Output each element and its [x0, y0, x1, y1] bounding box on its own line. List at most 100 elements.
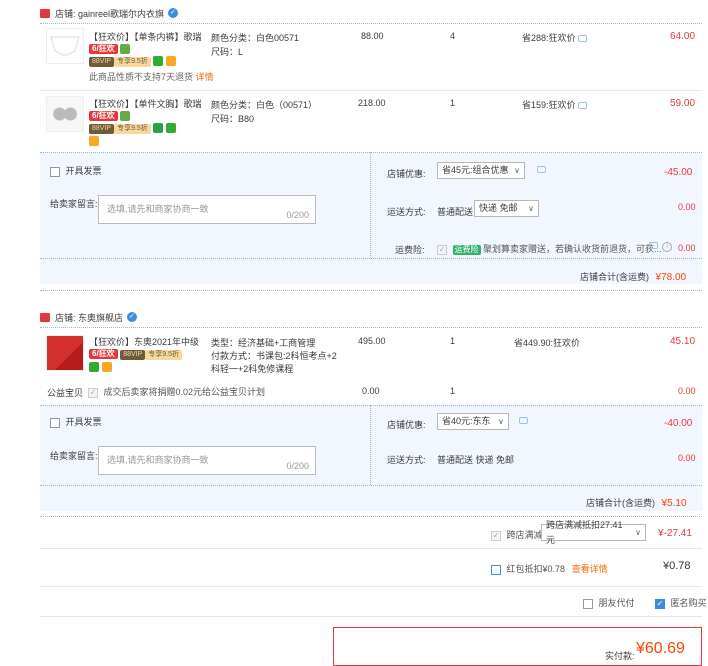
- cross-store-option: ✓ 跨店满减: [491, 530, 543, 541]
- store-total-value: ¥78.00: [655, 272, 687, 283]
- vip-row: 88VIP 专享9.5折: [89, 55, 176, 67]
- chat-icon[interactable]: [537, 166, 546, 173]
- store-discount-amount: -40.00: [664, 418, 693, 429]
- sale-tag: 6/狂欢: [89, 349, 118, 359]
- card-row: [89, 135, 99, 146]
- divider-vertical: [370, 152, 371, 258]
- chevron-down-icon: ∨: [635, 528, 641, 537]
- charity-row: ✓ 成交后卖家将捐赠0.02元给公益宝贝计划: [88, 387, 266, 398]
- insurance-text: 聚划算卖家赠送，若确认收货前退货，可获...: [483, 244, 662, 254]
- charity-label: 公益宝贝: [47, 388, 84, 398]
- shipping-text: 普通配送 快递 免邮: [437, 455, 515, 465]
- divider-vertical: [370, 405, 371, 485]
- redpacket-details-link[interactable]: 查看详情: [572, 564, 608, 574]
- divider: [40, 327, 702, 328]
- chat-icon[interactable]: [578, 35, 588, 43]
- charity-amount: 0.00: [678, 386, 696, 396]
- charity-checkbox: ✓: [88, 387, 98, 398]
- store-name[interactable]: 店铺: gainreel歌瑞尔内衣旗: [55, 7, 164, 20]
- chat-icon[interactable]: [649, 242, 658, 249]
- item-subtotal: 64.00: [670, 31, 696, 42]
- store-name[interactable]: 店铺: 东奥旗舰店: [55, 311, 123, 324]
- green-badge-icon: [89, 361, 99, 372]
- vip-tag: 88VIP: [89, 57, 115, 67]
- chat-icon[interactable]: [578, 102, 588, 110]
- verified-icon: ✓: [168, 8, 179, 18]
- invoice-checkbox[interactable]: [50, 166, 60, 177]
- sku-size: 尺码：B80: [211, 114, 255, 124]
- message-textarea[interactable]: 选填,请先和商家协商一致 0/200: [98, 195, 316, 224]
- divider: [40, 548, 702, 549]
- card-icon: [165, 55, 176, 66]
- redpacket-checkbox[interactable]: [491, 564, 501, 575]
- vip-tag: 88VIP: [120, 350, 146, 360]
- item-subtotal: 59.00: [670, 98, 696, 109]
- vip-discount-tag: 专享9.5折: [114, 124, 151, 134]
- info-icon[interactable]: i: [662, 242, 672, 252]
- shipping-label: 运送方式:: [387, 207, 426, 217]
- store-total: 店铺合计(含运费) ¥78.00: [580, 270, 686, 283]
- shipping-amount: 0.00: [678, 453, 696, 463]
- chat-icon[interactable]: [519, 417, 528, 424]
- chevron-down-icon: ∨: [498, 417, 504, 426]
- store-discount-label: 店铺优惠:: [387, 169, 426, 179]
- divider: [40, 90, 702, 91]
- store-total: 店铺合计(含运费) ¥5.10: [586, 496, 687, 509]
- shipping-type: 普通配送: [437, 207, 474, 217]
- insurance-label: 运费险:: [395, 245, 425, 255]
- item-discount: 省288:狂欢价: [522, 31, 588, 44]
- store-total-value: ¥5.10: [661, 498, 687, 509]
- cross-store-amount: ¥-27.41: [658, 528, 692, 539]
- invoice-option[interactable]: 开具发票: [50, 415, 102, 428]
- product-image[interactable]: [46, 335, 84, 371]
- divider: [40, 258, 702, 259]
- item-subtotal: 45.10: [670, 336, 696, 347]
- friend-pay-option[interactable]: 朋友代付: [583, 596, 635, 609]
- badge-icon: [120, 43, 131, 54]
- message-count: 0/200: [286, 461, 309, 471]
- store-discount-select[interactable]: 省45元:组合优惠 ∨: [437, 162, 525, 179]
- product-image[interactable]: [46, 96, 84, 132]
- friend-pay-checkbox[interactable]: [583, 598, 593, 609]
- vip-discount-tag: 专享9.5折: [145, 350, 182, 360]
- divider: [40, 152, 702, 153]
- invoice-checkbox[interactable]: [50, 417, 60, 428]
- card-icon: [101, 361, 112, 372]
- chevron-down-icon: ∨: [528, 204, 534, 213]
- message-textarea[interactable]: 选填,请先和商家协商一致 0/200: [98, 446, 316, 475]
- anonymous-option[interactable]: ✓ 匿名购买: [655, 596, 707, 609]
- store-total-label: 店铺合计(含运费): [580, 272, 649, 282]
- anonymous-checkbox[interactable]: ✓: [655, 598, 665, 609]
- sale-tag: 6/狂欢: [89, 44, 118, 54]
- charity-price: 0.00: [362, 386, 380, 396]
- vip-row: 88VIP 专享9.5折: [89, 122, 176, 134]
- sale-tag: 6/狂欢: [89, 111, 118, 121]
- item-discount: 省159:狂欢价: [522, 98, 588, 111]
- vip-discount-tag: 专享9.5折: [114, 57, 151, 67]
- details-link[interactable]: 详情: [196, 72, 214, 82]
- badge-icon: [120, 110, 131, 121]
- message-placeholder: 选填,请先和商家协商一致: [107, 455, 209, 465]
- pay-amount: ¥60.69: [636, 640, 685, 657]
- card-icon: [89, 135, 99, 146]
- store-discount-select[interactable]: 省40元:东东 ∨: [437, 413, 509, 430]
- store-total-label: 店铺合计(含运费): [586, 498, 655, 508]
- quantity: 4: [450, 31, 456, 41]
- divider: [40, 485, 702, 486]
- green-badge-icon: [153, 55, 164, 66]
- sku-size: 尺码：L: [211, 47, 244, 57]
- shipping-label: 运送方式:: [387, 455, 426, 465]
- product-image[interactable]: [46, 28, 84, 64]
- badge-row: [89, 361, 112, 372]
- redpacket-option[interactable]: 红包抵扣¥0.78 查看详情: [491, 562, 608, 575]
- insurance-badge: 运费险: [452, 245, 481, 255]
- divider: [40, 586, 702, 587]
- message-placeholder: 选填,请先和商家协商一致: [107, 204, 209, 214]
- green-badge-icon: [165, 122, 176, 133]
- store-discount-amount: -45.00: [664, 167, 693, 178]
- shipping-select[interactable]: 快递 免邮 ∨: [474, 200, 539, 217]
- invoice-option[interactable]: 开具发票: [50, 164, 102, 177]
- cross-store-select[interactable]: 跨店满减抵扣27.41元 ∨: [541, 520, 646, 545]
- store-icon: [40, 8, 50, 18]
- seven-day-icon: [153, 122, 164, 133]
